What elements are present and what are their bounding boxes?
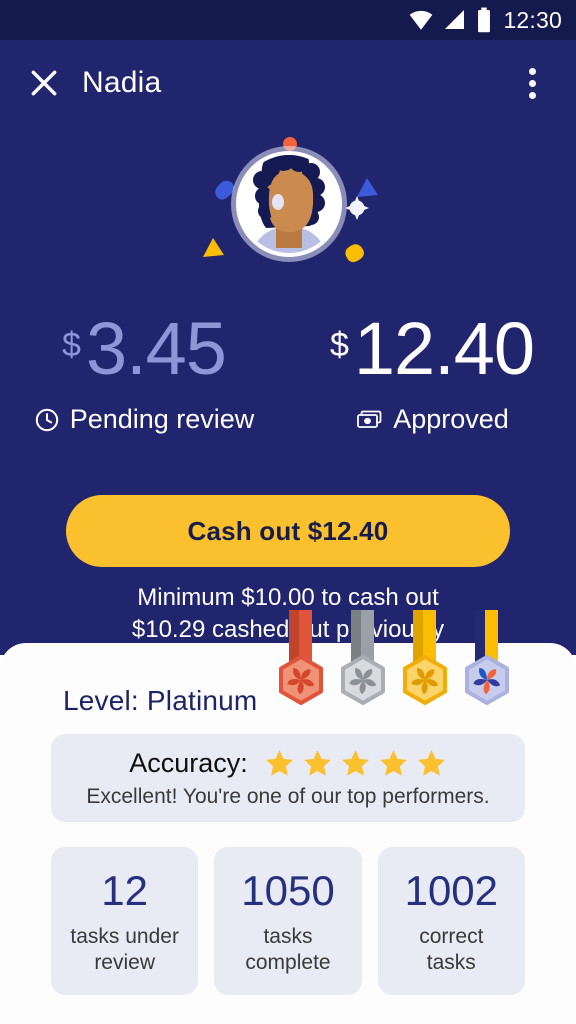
more-vertical-icon[interactable]	[510, 61, 554, 105]
star-icon	[341, 749, 369, 776]
star-icon	[265, 749, 293, 776]
avatar	[0, 118, 576, 288]
app-bar: Nadia	[0, 40, 576, 126]
stats-sheet: Level: Platinum Accuracy: Excellent! You…	[0, 610, 576, 1024]
stat-label: tasks complete	[245, 924, 331, 974]
cash-out-button-label: Cash out $12.40	[187, 515, 389, 546]
stat-label: tasks under review	[70, 924, 179, 974]
level-label: Level: Platinum	[63, 685, 258, 716]
blue-shape-confetti	[215, 180, 235, 200]
yellow-pill-confetti	[345, 244, 364, 263]
earnings-summary: $ 3.45 Pending review $ 12.40 Approved	[0, 312, 576, 435]
approved-status: Approved	[355, 404, 509, 435]
kebab-dot	[528, 91, 536, 99]
gold-medal	[403, 610, 447, 705]
pending-amount-row: $ 3.45	[62, 307, 227, 390]
platinum-medal	[465, 610, 509, 705]
cash-out-button[interactable]: Cash out $12.40	[66, 495, 510, 567]
stat-value: 1050	[241, 866, 335, 914]
pending-currency-symbol: $	[62, 326, 81, 364]
stat-label: correct tasks	[419, 924, 484, 974]
approved-status-label: Approved	[393, 404, 509, 434]
star-icon	[417, 749, 445, 776]
approved-currency-symbol: $	[329, 326, 349, 364]
kebab-dot	[528, 67, 536, 75]
approved-amount-row: $ 12.40	[329, 307, 535, 390]
user-avatar-illustration	[203, 137, 378, 263]
medals-row	[274, 610, 514, 714]
battery-icon	[478, 7, 491, 33]
accuracy-star-rating	[264, 748, 447, 779]
white-sparkle-confetti	[345, 196, 369, 220]
bronze-medal	[279, 610, 323, 705]
blue-triangle-confetti	[357, 178, 378, 197]
earnings-hero: Nadia $ 3.45 Pending review $ 12.40 Appr…	[0, 40, 576, 655]
cellular-signal-icon	[445, 10, 465, 29]
approved-earnings: $ 12.40 Approved	[288, 312, 576, 435]
pending-status-label: Pending review	[69, 404, 255, 434]
wifi-icon	[410, 10, 433, 30]
app-screen: 12:30 Nadia $ 3.45 Pending review $ 12.4…	[0, 0, 576, 1024]
close-icon	[31, 70, 57, 96]
pending-amount: 3.45	[85, 307, 227, 390]
kebab-dot	[528, 79, 536, 87]
pending-earnings: $ 3.45 Pending review	[0, 312, 288, 435]
stat-card-tasks-under-review: 12 tasks under review	[51, 847, 199, 995]
silver-medal	[341, 610, 385, 705]
clock-icon	[35, 408, 58, 431]
accuracy-title: Accuracy:	[129, 747, 248, 778]
stat-value: 1002	[404, 866, 499, 914]
money-icon	[357, 410, 382, 428]
star-icon	[303, 749, 331, 776]
close-button[interactable]	[22, 61, 66, 105]
star-icon	[379, 749, 407, 776]
accuracy-subtitle: Excellent! You're one of our top perform…	[86, 784, 490, 808]
pending-status: Pending review	[34, 404, 255, 435]
stat-value: 12	[101, 866, 149, 914]
status-bar-clock: 12:30	[503, 6, 562, 33]
page-title: Nadia	[82, 66, 162, 99]
accuracy-header: Accuracy:	[129, 748, 447, 779]
accuracy-card: Accuracy: Excellent! You're one of our t…	[51, 734, 525, 822]
approved-amount: 12.40	[353, 307, 535, 390]
status-bar: 12:30	[0, 0, 576, 40]
stat-card-tasks-complete: 1050 tasks complete	[214, 847, 362, 995]
yellow-triangle-confetti	[203, 238, 224, 257]
stat-card-correct-tasks: 1002 correct tasks	[377, 847, 525, 995]
stat-cards: 12 tasks under review 1050 tasks complete 1002…	[51, 847, 525, 995]
